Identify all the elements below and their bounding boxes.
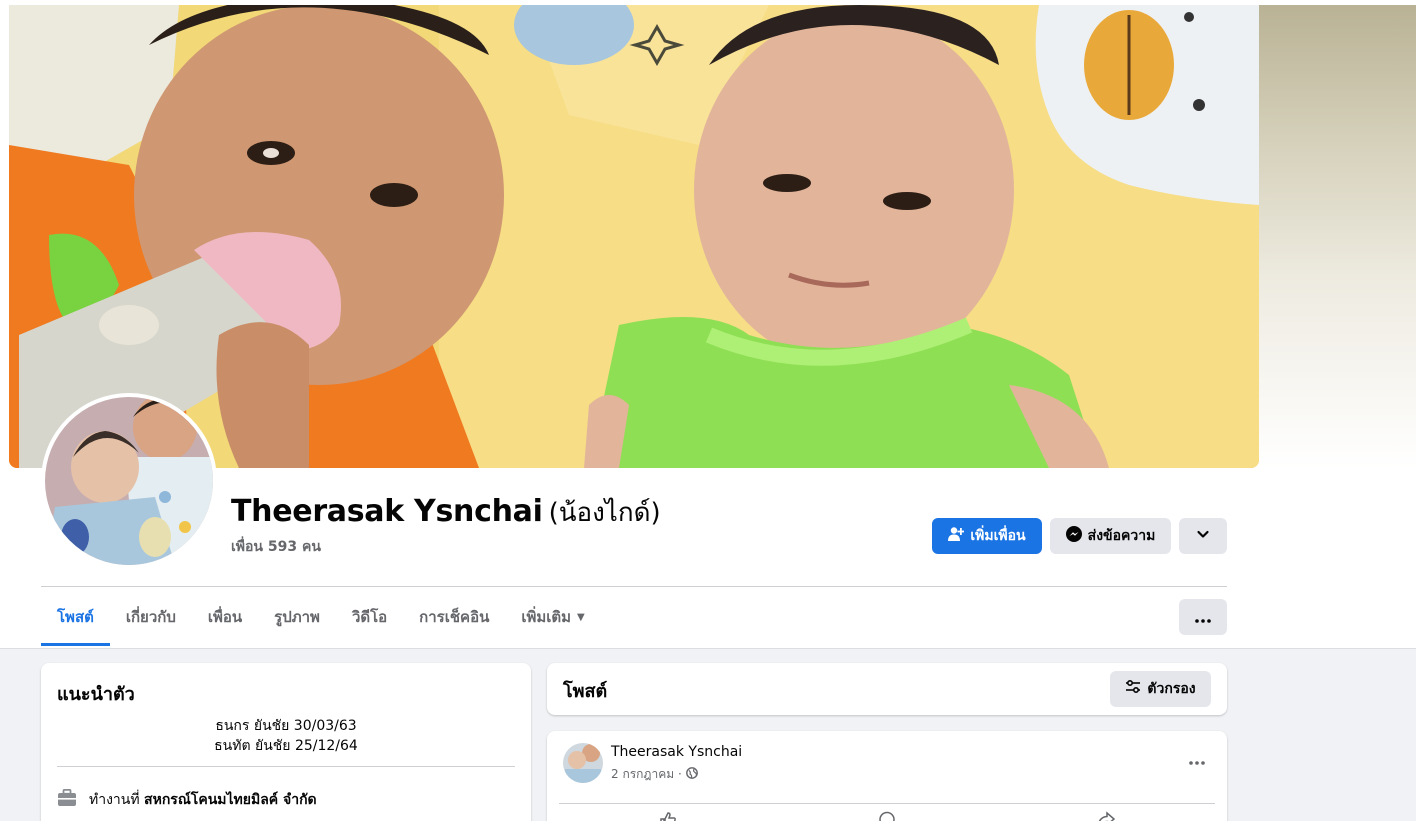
posts-title: โพสต์: [563, 681, 608, 702]
intro-title: แนะนำตัว: [57, 684, 135, 705]
friend-count-link[interactable]: เพื่อน 593 คน: [231, 536, 321, 558]
profile-name-block: Theerasak Ysnchai (น้องไกด์): [231, 492, 661, 533]
profile-options-dropdown[interactable]: [1179, 518, 1227, 554]
ellipsis-icon: [1189, 749, 1205, 770]
cover-photo[interactable]: [9, 5, 1259, 468]
filter-icon: [1125, 679, 1141, 698]
profile-avatar[interactable]: [45, 397, 213, 565]
messenger-icon: [1065, 526, 1082, 546]
post-date[interactable]: 2 กรกฎาคม ·: [611, 765, 682, 784]
post-actions: [559, 811, 1215, 821]
work-prefix: ทำงานที่: [89, 792, 140, 808]
tab-photos-label: รูปภาพ: [274, 608, 320, 626]
cover-side-gradient: [1259, 5, 1416, 468]
profile-nickname: (น้องไกด์): [548, 498, 661, 528]
header-divider: [41, 586, 1227, 587]
tab-friends[interactable]: เพื่อน: [192, 588, 258, 646]
tab-photos[interactable]: รูปภาพ: [258, 588, 336, 646]
caret-down-icon: ▼: [577, 611, 585, 623]
chevron-down-icon: [1196, 527, 1210, 545]
briefcase-icon: [57, 788, 77, 811]
tab-posts[interactable]: โพสต์: [41, 588, 110, 646]
post-divider: [559, 803, 1215, 804]
tab-posts-label: โพสต์: [57, 608, 94, 626]
tabs-more-button[interactable]: [1179, 599, 1227, 635]
add-friend-button[interactable]: เพิ่มเพื่อน: [932, 518, 1042, 554]
post-meta: 2 กรกฎาคม ·: [611, 765, 698, 784]
tab-checkins[interactable]: การเช็คอิน: [403, 588, 505, 646]
message-label: ส่งข้อความ: [1087, 528, 1156, 544]
tab-about[interactable]: เกี่ยวกับ: [110, 588, 192, 646]
profile-name: Theerasak Ysnchai: [231, 494, 543, 529]
like-icon[interactable]: [659, 811, 677, 821]
tab-friends-label: เพื่อน: [207, 608, 243, 626]
message-button[interactable]: ส่งข้อความ: [1050, 518, 1171, 554]
intro-bio: ธนกร ยันชัย 30/03/63 ธนทัต ยันชัย 25/12/…: [57, 716, 515, 756]
add-friend-label: เพิ่มเพื่อน: [970, 528, 1026, 544]
comment-icon[interactable]: [878, 811, 896, 821]
bio-line-1: ธนกร ยันชัย 30/03/63: [215, 718, 357, 734]
work-info: ทำงานที่ สหกรณ์โคนมไทยมิลค์ จำกัด: [57, 788, 317, 811]
ellipsis-icon: [1195, 608, 1211, 627]
filter-button[interactable]: ตัวกรอง: [1110, 671, 1211, 707]
add-friend-icon: [948, 526, 965, 546]
tab-videos[interactable]: วิดีโอ: [336, 588, 403, 646]
posts-header-card: โพสต์ ตัวกรอง: [547, 663, 1227, 715]
tab-videos-label: วิดีโอ: [351, 608, 388, 626]
tab-more-label: เพิ่มเติม: [521, 608, 572, 626]
post-author-avatar[interactable]: [563, 743, 603, 783]
tab-checkins-label: การเช็คอิน: [419, 608, 490, 626]
profile-tabs: โพสต์ เกี่ยวกับ เพื่อน รูปภาพ วิดีโอ การ…: [41, 588, 601, 646]
share-icon[interactable]: [1097, 811, 1115, 821]
globe-icon: [685, 767, 698, 782]
intro-divider: [57, 766, 515, 767]
post-options-button[interactable]: [1189, 749, 1205, 770]
filter-label: ตัวกรอง: [1147, 681, 1196, 697]
intro-card: แนะนำตัว ธนกร ยันชัย 30/03/63 ธนทัต ยันช…: [41, 663, 531, 821]
work-place-link[interactable]: สหกรณ์โคนมไทยมิลค์ จำกัด: [144, 792, 317, 808]
tab-more[interactable]: เพิ่มเติม ▼: [505, 588, 600, 646]
post-author-name[interactable]: Theerasak Ysnchai: [611, 744, 742, 760]
bio-line-2: ธนทัต ยันชัย 25/12/64: [214, 738, 358, 754]
post-card: Theerasak Ysnchai 2 กรกฎาคม ·: [547, 731, 1227, 821]
tab-about-label: เกี่ยวกับ: [125, 608, 176, 626]
